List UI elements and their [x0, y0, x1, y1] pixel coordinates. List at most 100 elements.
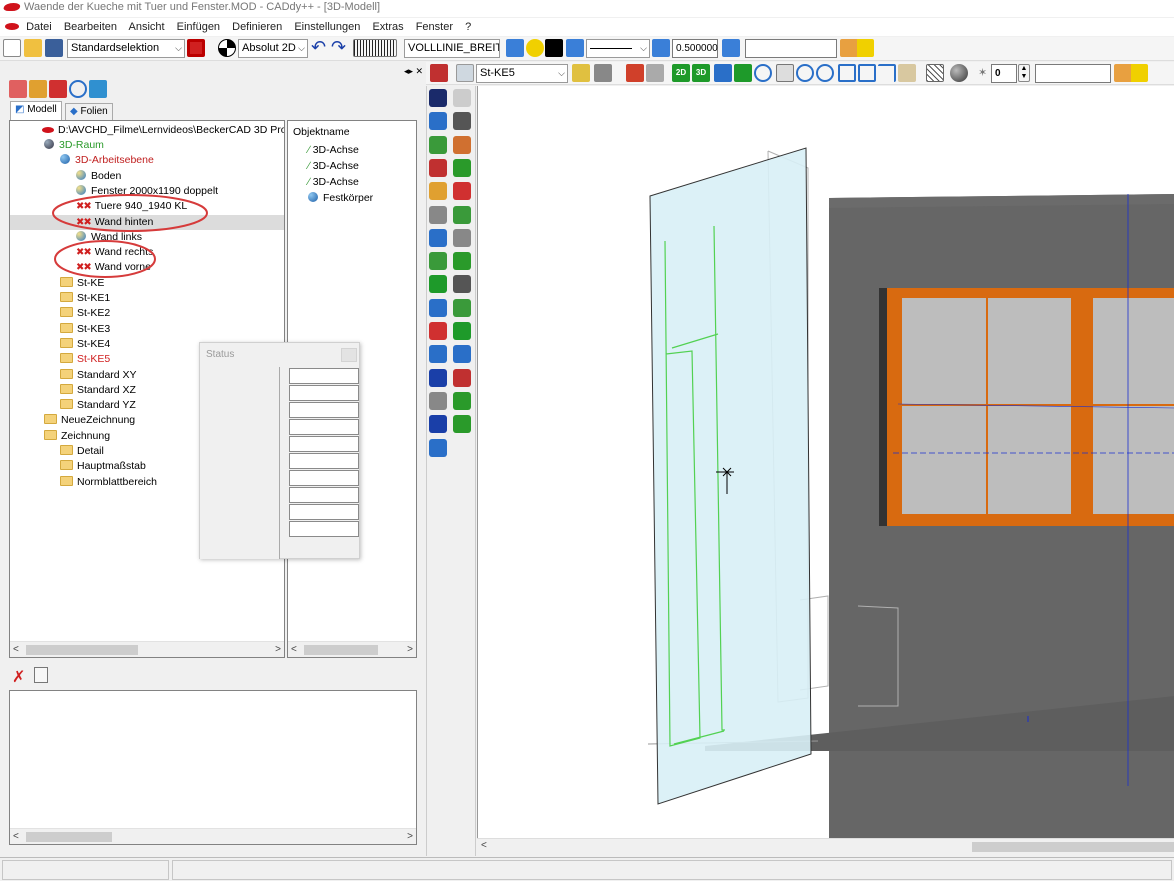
- redo-icon[interactable]: ↷: [331, 38, 349, 57]
- layer-tool-icon[interactable]: [430, 64, 448, 82]
- shading-icon[interactable]: [950, 64, 968, 82]
- pointer-tool-icon[interactable]: [572, 64, 590, 82]
- tool-icon[interactable]: [429, 112, 447, 131]
- angle-icon[interactable]: [646, 64, 664, 82]
- tool-icon[interactable]: [453, 89, 471, 107]
- tree-item[interactable]: Zeichnung: [44, 429, 110, 444]
- line-width-field[interactable]: 0.500000: [672, 39, 718, 58]
- tree-item[interactable]: 3D-Arbeitsebene: [60, 153, 154, 168]
- app-menu-icon[interactable]: [5, 23, 19, 30]
- tree-item[interactable]: Fenster 2000x1190 doppelt: [76, 184, 218, 199]
- display-settings-icon-2[interactable]: [1114, 64, 1148, 82]
- status-close-button[interactable]: [341, 348, 357, 362]
- pan-hand-icon[interactable]: [776, 64, 794, 82]
- tool-icon[interactable]: [429, 275, 447, 294]
- status-window[interactable]: Status: [199, 342, 360, 559]
- tree-item[interactable]: Standard XY: [60, 368, 137, 383]
- panel-search-icon[interactable]: [69, 80, 87, 98]
- tree-item[interactable]: St-KE3: [60, 322, 110, 337]
- panel-tool-2-icon[interactable]: [29, 80, 47, 98]
- tree-item[interactable]: Detail: [60, 444, 104, 459]
- menu-definieren[interactable]: Definieren: [232, 21, 282, 33]
- undo-icon[interactable]: ↶: [311, 38, 329, 57]
- tool-icon[interactable]: [453, 252, 471, 271]
- layer-stack-icon-2[interactable]: [722, 39, 740, 57]
- tool-icon[interactable]: [429, 368, 447, 387]
- secondary-input-field[interactable]: [1035, 64, 1111, 83]
- zoom-in-icon[interactable]: [796, 64, 814, 82]
- corner-icon[interactable]: [878, 64, 896, 82]
- coordinate-mode-dropdown[interactable]: Absolut 2D ⌵: [238, 39, 308, 58]
- objects-hscroll[interactable]: < >: [288, 641, 416, 657]
- walk-icon[interactable]: [734, 64, 752, 82]
- work-plane-icon[interactable]: [456, 64, 474, 82]
- tree-item[interactable]: ✖✖ Tuere 940_1940 KL: [76, 199, 187, 214]
- tool-icon[interactable]: [429, 158, 447, 177]
- menu-fenster[interactable]: Fenster: [416, 21, 453, 33]
- tree-item[interactable]: Hauptmaßstab: [60, 459, 146, 474]
- color-swatch-icon[interactable]: [545, 39, 563, 57]
- tree-item[interactable]: NeueZeichnung: [44, 413, 135, 428]
- selection-mode-dropdown[interactable]: Standardselektion ⌵: [67, 39, 185, 58]
- tool-icon[interactable]: [429, 322, 447, 340]
- zoom-icon[interactable]: [754, 64, 772, 82]
- tool-icon[interactable]: [453, 322, 471, 340]
- tree-item[interactable]: Wand links: [76, 230, 142, 245]
- tool-icon[interactable]: [429, 415, 447, 434]
- hatch-icon[interactable]: [926, 64, 944, 82]
- lightbulb-icon[interactable]: [526, 39, 544, 57]
- notes-hscroll[interactable]: < >: [10, 828, 416, 844]
- new-file-icon[interactable]: [3, 39, 21, 57]
- tool-icon[interactable]: [453, 368, 471, 387]
- pencil-icon[interactable]: [626, 64, 644, 82]
- tree-root[interactable]: D:\AVCHD_Filme\Lernvideos\BeckerCAD 3D P…: [42, 123, 284, 138]
- tool-icon[interactable]: [429, 391, 447, 410]
- tool-icon[interactable]: [429, 135, 447, 154]
- tool-icon[interactable]: [453, 135, 471, 154]
- tool-icon[interactable]: [429, 205, 447, 224]
- tree-item[interactable]: St-KE2: [60, 306, 110, 321]
- zoom-fit-icon[interactable]: [838, 64, 856, 82]
- tree-item[interactable]: 3D-Raum: [44, 138, 104, 153]
- panel-tool-3-icon[interactable]: [49, 80, 67, 98]
- zoom-window-icon[interactable]: [858, 64, 876, 82]
- snap-target-icon[interactable]: [218, 39, 236, 57]
- width-layer-icon[interactable]: [652, 39, 670, 57]
- tool-icon[interactable]: [453, 415, 471, 434]
- menu-extras[interactable]: Extras: [372, 21, 403, 33]
- spinner-icon[interactable]: ▲ ▼: [1018, 64, 1030, 82]
- tree-item[interactable]: Normblattbereich: [60, 475, 157, 490]
- tool-icon[interactable]: [429, 345, 447, 364]
- spin-value-field[interactable]: 0: [991, 64, 1017, 83]
- tool-icon[interactable]: [429, 438, 447, 457]
- menu-einstellungen[interactable]: Einstellungen: [294, 21, 360, 33]
- tree-item[interactable]: St-KE1: [60, 291, 110, 306]
- menu-bearbeiten[interactable]: Bearbeiten: [64, 21, 117, 33]
- menu-einfuegen[interactable]: Einfügen: [177, 21, 220, 33]
- menu-help[interactable]: ?: [465, 21, 471, 33]
- tool-icon[interactable]: [453, 112, 471, 131]
- menu-datei[interactable]: Datei: [26, 21, 52, 33]
- tree-item[interactable]: Standard YZ: [60, 398, 136, 413]
- tree-item[interactable]: ✖✖ Wand rechts: [76, 245, 153, 260]
- tree-item[interactable]: ✖✖ Wand hinten: [10, 214, 284, 230]
- text-input-field[interactable]: [745, 39, 837, 58]
- tab-folien[interactable]: ◆ Folien: [65, 103, 113, 120]
- orbit-icon[interactable]: [714, 64, 732, 82]
- edit-doc-icon[interactable]: [34, 667, 48, 683]
- object-item[interactable]: Festkörper: [308, 191, 373, 206]
- line-type-field[interactable]: VOLLLINIE_BREIT: [404, 39, 500, 58]
- tool-icon[interactable]: [429, 228, 447, 247]
- object-item[interactable]: ∕ 3D-Achse: [308, 175, 359, 190]
- menu-ansicht[interactable]: Ansicht: [128, 21, 164, 33]
- select-color-icon[interactable]: [187, 39, 205, 57]
- tool-icon[interactable]: [429, 252, 447, 271]
- layer-properties-icon[interactable]: [506, 39, 524, 57]
- object-item[interactable]: ∕ 3D-Achse: [308, 159, 359, 174]
- tool-icon[interactable]: [429, 89, 447, 107]
- tool-icon[interactable]: [453, 391, 471, 410]
- panel-tool-5-icon[interactable]: [89, 80, 107, 98]
- tree-item[interactable]: St-KE: [60, 276, 104, 291]
- tree-item[interactable]: St-KE4: [60, 337, 110, 352]
- tool-icon[interactable]: [453, 182, 471, 201]
